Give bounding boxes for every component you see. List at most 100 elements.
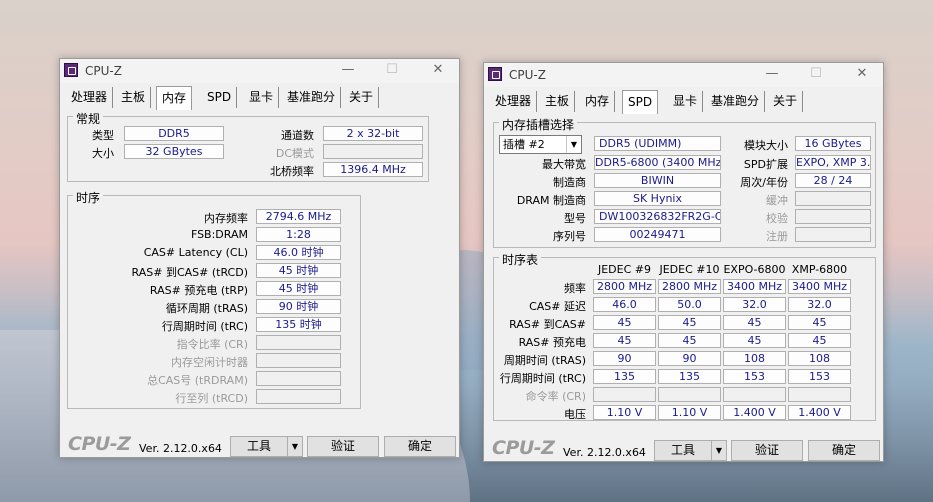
timing-value xyxy=(256,353,341,368)
tab-cpu[interactable]: 处理器 xyxy=(66,87,114,108)
timing-value xyxy=(256,389,341,404)
tab-spd[interactable]: SPD xyxy=(622,90,659,114)
timing-label: 内存频率 xyxy=(204,212,248,225)
timing-table-panel: 时序表 JEDEC #9 JEDEC #10 EXPO-6800 XMP-6800 频率… xyxy=(493,251,876,421)
tab-memory[interactable]: 内存 xyxy=(580,91,616,112)
tools-dropdown-button[interactable]: ▼ xyxy=(711,440,727,461)
cpuz-app-icon xyxy=(488,67,502,81)
maximize-button: ☐ xyxy=(810,66,822,81)
timing-cell: 45 xyxy=(723,315,786,330)
timing-cell xyxy=(788,387,851,402)
timing-cell: 90 xyxy=(593,351,656,366)
title-bar[interactable]: CPU-Z — ☐ ✕ xyxy=(484,63,883,87)
timing-cell: 135 xyxy=(593,369,656,384)
tab-mainboard[interactable]: 主板 xyxy=(116,87,152,108)
timing-cell: 3400 MHz xyxy=(723,279,786,294)
timing-cell: 45 xyxy=(593,315,656,330)
timing-cell: 2800 MHz xyxy=(658,279,721,294)
channels-value: 2 x 32-bit xyxy=(323,126,423,141)
minimize-button[interactable]: — xyxy=(338,62,358,77)
timing-label: 总CAS号 (tRDRAM) xyxy=(147,374,248,387)
serial-number-label: 序列号 xyxy=(553,230,586,243)
reg-value xyxy=(795,227,871,242)
timing-cell: 153 xyxy=(788,369,851,384)
general-legend: 常规 xyxy=(73,110,104,127)
close-button[interactable]: ✕ xyxy=(852,66,872,81)
timing-cell: 1.400 V xyxy=(788,405,851,420)
module-type-value: DDR5 (UDIMM) xyxy=(594,136,721,151)
slot-legend: 内存插槽选择 xyxy=(499,116,578,133)
registered-label: 校验 xyxy=(766,212,788,225)
timing-label: RAS# 预充电 (tRP) xyxy=(149,284,248,297)
timing-cell: 32.0 xyxy=(723,297,786,312)
tab-cpu[interactable]: 处理器 xyxy=(490,91,538,112)
close-button[interactable]: ✕ xyxy=(428,62,448,77)
timing-cell: 3400 MHz xyxy=(788,279,851,294)
timing-cell: 46.0 xyxy=(593,297,656,312)
tools-button[interactable]: 工具 xyxy=(654,440,712,461)
timing-cell: 45 xyxy=(593,333,656,348)
timing-column-header: EXPO-6800 xyxy=(723,263,786,276)
timing-row-label: 行周期时间 (tRC) xyxy=(499,372,586,385)
validate-button[interactable]: 验证 xyxy=(731,440,803,461)
tab-memory[interactable]: 内存 xyxy=(156,86,193,110)
tab-spd[interactable]: SPD xyxy=(202,87,238,108)
max-bandwidth-value: DDR5-6800 (3400 MHz) xyxy=(594,155,721,170)
timing-cell: 45 xyxy=(658,315,721,330)
timing-row-label: 周期时间 (tRAS) xyxy=(503,354,586,367)
timing-cell xyxy=(593,387,656,402)
reg-label: 注册 xyxy=(766,230,788,243)
maximize-button: ☐ xyxy=(386,62,398,77)
tools-dropdown-button[interactable]: ▼ xyxy=(287,436,303,457)
tab-about[interactable]: 关于 xyxy=(344,87,380,108)
timing-value: 1:28 xyxy=(256,227,341,242)
timing-column-header: JEDEC #10 xyxy=(659,263,720,276)
week-year-value: 28 / 24 xyxy=(795,173,871,188)
dram-manufacturer-label: DRAM 制造商 xyxy=(516,194,586,207)
minimize-button[interactable]: — xyxy=(762,66,782,81)
timing-cell: 32.0 xyxy=(788,297,851,312)
timing-value xyxy=(256,371,341,386)
timing-value: 2794.6 MHz xyxy=(256,209,341,224)
timing-cell: 108 xyxy=(723,351,786,366)
timing-cell: 1.10 V xyxy=(658,405,721,420)
ok-button[interactable]: 确定 xyxy=(384,436,456,457)
timing-cell: 108 xyxy=(788,351,851,366)
spd-ext-label: SPD扩展 xyxy=(743,158,788,171)
timings-legend: 时序 xyxy=(73,189,104,206)
dc-mode-value xyxy=(323,144,423,159)
timing-cell xyxy=(658,387,721,402)
spd-ext-value: EXPO, XMP 3.0 xyxy=(795,155,871,170)
timing-value: 45 时钟 xyxy=(256,263,341,278)
timing-cell xyxy=(723,387,786,402)
title-bar[interactable]: CPU-Z — ☐ ✕ xyxy=(60,59,459,83)
tab-mainboard[interactable]: 主板 xyxy=(540,91,576,112)
ok-button[interactable]: 确定 xyxy=(808,440,880,461)
tab-bench[interactable]: 基准跑分 xyxy=(282,87,342,108)
slot-select[interactable]: 插槽 #2 ▼ xyxy=(499,135,582,154)
tab-graphics[interactable]: 显卡 xyxy=(244,87,280,108)
tab-bench[interactable]: 基准跑分 xyxy=(706,91,766,112)
validate-button[interactable]: 验证 xyxy=(307,436,379,457)
timing-cell: 45 xyxy=(788,315,851,330)
timing-row-label: 电压 xyxy=(564,408,586,421)
manufacturer-value: BIWIN xyxy=(594,173,721,188)
timing-cell: 135 xyxy=(658,369,721,384)
timing-label: 行至列 (tRCD) xyxy=(175,392,248,405)
dram-manufacturer-value: SK Hynix xyxy=(594,191,721,206)
cpuz-logo: CPU-Z xyxy=(68,433,131,455)
timing-cell: 2800 MHz xyxy=(593,279,656,294)
buffered-label: 缓冲 xyxy=(766,194,788,207)
timing-cell: 45 xyxy=(658,333,721,348)
timing-row-label: RAS# 到CAS# xyxy=(509,318,586,331)
tab-graphics[interactable]: 显卡 xyxy=(668,91,704,112)
timing-row-label: RAS# 预充电 xyxy=(518,336,586,349)
timing-value: 90 时钟 xyxy=(256,299,341,314)
tab-about[interactable]: 关于 xyxy=(768,91,804,112)
timing-label: FSB:DRAM xyxy=(190,228,248,241)
timing-value: 135 时钟 xyxy=(256,317,341,332)
channels-label: 通道数 xyxy=(281,129,314,142)
module-size-value: 16 GBytes xyxy=(795,136,871,151)
tools-button[interactable]: 工具 xyxy=(230,436,288,457)
manufacturer-label: 制造商 xyxy=(553,176,586,189)
